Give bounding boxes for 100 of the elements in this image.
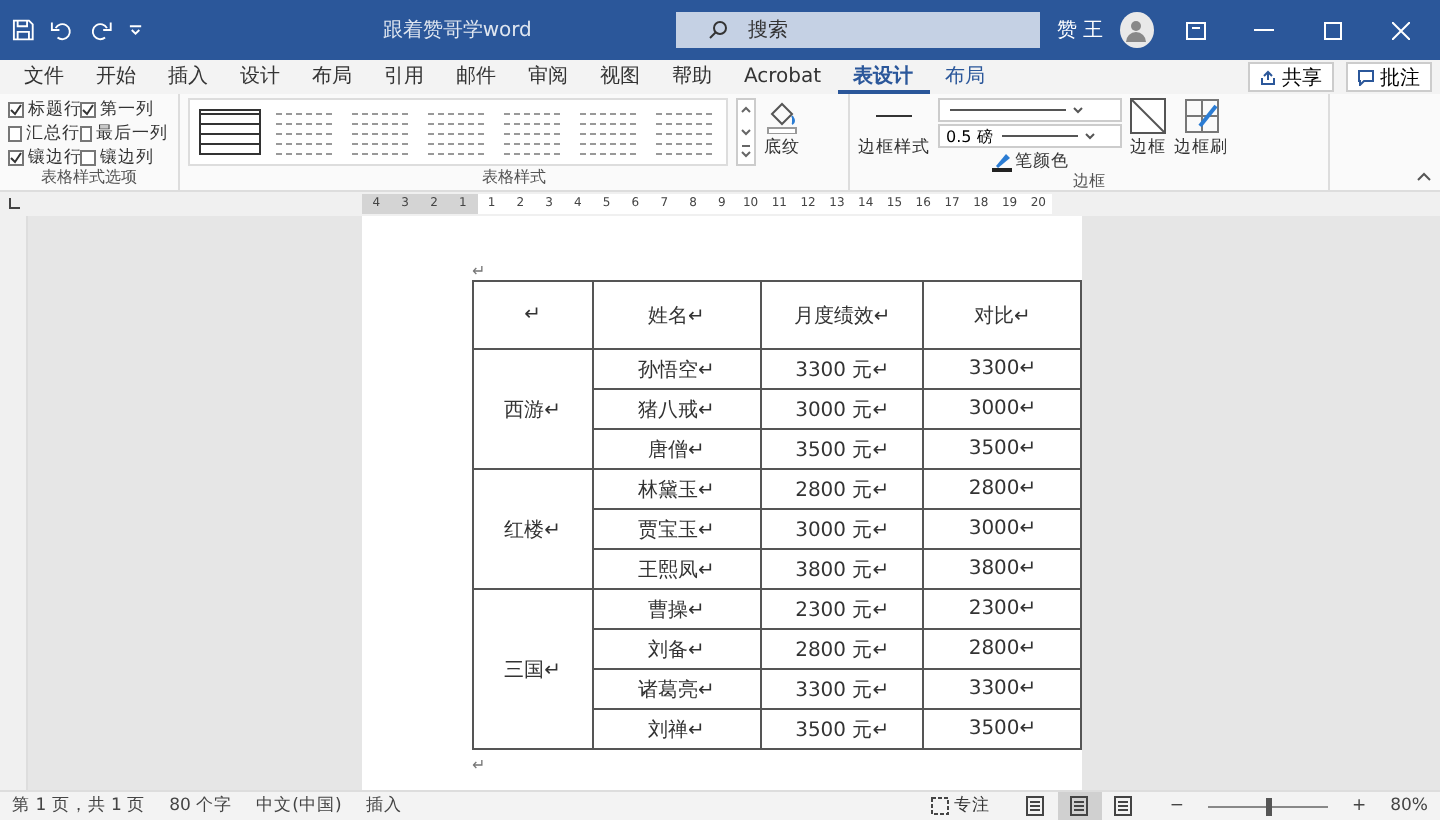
pen-color-button[interactable]: 笔颜色 <box>991 150 1069 172</box>
share-button[interactable]: 共享 <box>1248 62 1334 92</box>
checkbox[interactable] <box>8 149 24 165</box>
paragraph-mark: ↵ <box>472 264 488 280</box>
table-cell: 孙悟空↵ <box>592 349 761 389</box>
checkbox[interactable] <box>8 101 24 117</box>
checkbox-label: 镶边行 <box>28 145 82 169</box>
checkbox-label: 标题行 <box>28 97 82 121</box>
table-header-cell: ↵ <box>473 281 593 349</box>
ribbon-tab[interactable]: 布局 <box>296 60 368 94</box>
checkbox-label: 最后一列 <box>96 121 168 145</box>
focus-icon <box>929 796 950 816</box>
line-style-dropdown[interactable] <box>938 98 1122 122</box>
zoom-in-button[interactable]: + <box>1351 796 1367 816</box>
checkbox-label: 第一列 <box>100 97 154 121</box>
table-cell: 3800 元↵ <box>760 549 924 589</box>
table-cell: 3500↵ <box>923 429 1081 469</box>
ribbon-tab[interactable]: 帮助 <box>656 60 728 94</box>
print-layout-icon[interactable] <box>1057 792 1102 820</box>
save-icon[interactable] <box>12 18 35 42</box>
search-icon <box>707 20 728 40</box>
status-text: 80 个字 <box>169 794 233 818</box>
line-sample-icon <box>998 130 1099 142</box>
table-cell: 3500↵ <box>923 709 1081 749</box>
checkbox[interactable] <box>80 101 96 117</box>
table-cell: 3300 元↵ <box>760 349 924 389</box>
share-icon <box>1260 69 1276 85</box>
collapse-ribbon-icon[interactable] <box>1416 172 1432 182</box>
line-icon <box>876 114 912 118</box>
line-weight-dropdown[interactable]: 0.5 磅 <box>938 124 1122 148</box>
group-label: 表格样式选项 <box>39 168 139 190</box>
page-icon <box>1114 796 1133 816</box>
redo-icon[interactable] <box>89 18 112 42</box>
ribbon-tab[interactable]: 设计 <box>224 60 296 94</box>
ribbon-tab[interactable]: 审阅 <box>512 60 584 94</box>
table-cell: 3300 元↵ <box>760 669 924 709</box>
ribbon-tab[interactable]: 邮件 <box>440 60 512 94</box>
ribbon-tab[interactable]: 布局 <box>929 60 1002 94</box>
group-label: 表格样式 <box>480 168 548 190</box>
table-cell: 刘备↵ <box>592 629 761 669</box>
checkbox-label: 镶边列 <box>100 145 154 169</box>
ribbon-tab[interactable]: 开始 <box>80 60 152 94</box>
gallery-scroll-icon[interactable] <box>736 98 756 166</box>
table-cell: 西游↵ <box>473 349 593 469</box>
borders-button[interactable]: 边框 <box>1130 98 1166 160</box>
avatar-icon[interactable] <box>1119 12 1154 48</box>
group-label: 边框 <box>1071 172 1107 192</box>
checkbox[interactable] <box>8 125 22 141</box>
table-cell: 3800↵ <box>923 549 1081 589</box>
table-cell: 3000↵ <box>923 389 1081 429</box>
window-title: 跟着赞哥学word <box>380 17 534 44</box>
customize-icon[interactable] <box>127 22 143 38</box>
table-header-cell: 姓名↵ <box>592 281 761 349</box>
table-cell: 林黛玉↵ <box>592 469 761 509</box>
shading-button[interactable]: 底纹 <box>764 98 800 160</box>
zoom-level: 80% <box>1390 796 1428 816</box>
table-cell: 3000 元↵ <box>760 509 924 549</box>
pen-icon <box>991 151 1011 171</box>
ribbon-tab[interactable]: 引用 <box>368 60 440 94</box>
undo-icon[interactable] <box>50 18 74 42</box>
table-cell: 3000 元↵ <box>760 389 924 429</box>
page-icon <box>1026 796 1045 816</box>
ribbon-tab[interactable]: 文件 <box>8 60 80 94</box>
table-cell: 3300↵ <box>923 349 1081 389</box>
ribbon-tab[interactable]: 插入 <box>152 60 224 94</box>
table-cell: 2300 元↵ <box>760 589 924 629</box>
table-cell: 2800↵ <box>923 469 1081 509</box>
table-style-gallery[interactable] <box>188 98 728 166</box>
focus-button[interactable]: 专注 <box>929 795 990 817</box>
comments-button[interactable]: 批注 <box>1346 62 1432 92</box>
tab-selector-icon[interactable] <box>8 198 20 210</box>
ribbon-tab[interactable]: 视图 <box>584 60 656 94</box>
table-header-cell: 对比↵ <box>923 281 1081 349</box>
table-cell: 刘禅↵ <box>592 709 761 749</box>
table-cell: 2800↵ <box>923 629 1081 669</box>
table-cell: 3000↵ <box>923 509 1081 549</box>
table-cell: 3300↵ <box>923 669 1081 709</box>
border-painter-button[interactable]: 边框刷 <box>1174 98 1228 160</box>
table-style-icon[interactable] <box>198 108 262 156</box>
status-text: 中文(中国) <box>256 794 342 818</box>
table-cell: 三国↵ <box>473 589 593 749</box>
paragraph-mark: ↵ <box>472 758 488 774</box>
search-field[interactable]: 搜索 <box>675 12 1041 48</box>
checkbox[interactable] <box>80 149 96 165</box>
table-cell: 诸葛亮↵ <box>592 669 761 709</box>
table-cell: 2800 元↵ <box>760 629 924 669</box>
user-name: 赞 王 <box>1056 18 1104 44</box>
table-cell: 3500 元↵ <box>760 709 924 749</box>
checkbox-label: 汇总行 <box>26 121 80 145</box>
table-cell: 2800 元↵ <box>760 469 924 509</box>
table-header-cell: 月度绩效↵ <box>760 281 924 349</box>
checkbox[interactable] <box>80 125 92 141</box>
table-cell: 红楼↵ <box>473 469 593 589</box>
grid-brush-icon <box>1183 98 1219 134</box>
ribbon-tab[interactable]: Acrobat <box>728 60 838 94</box>
table-cell: 2300↵ <box>923 589 1081 629</box>
border-styles-button[interactable]: 边框样式 <box>858 98 930 160</box>
comment-icon <box>1358 69 1374 85</box>
zoom-out-button[interactable]: − <box>1169 796 1184 816</box>
table-cell: 曹操↵ <box>592 589 761 629</box>
